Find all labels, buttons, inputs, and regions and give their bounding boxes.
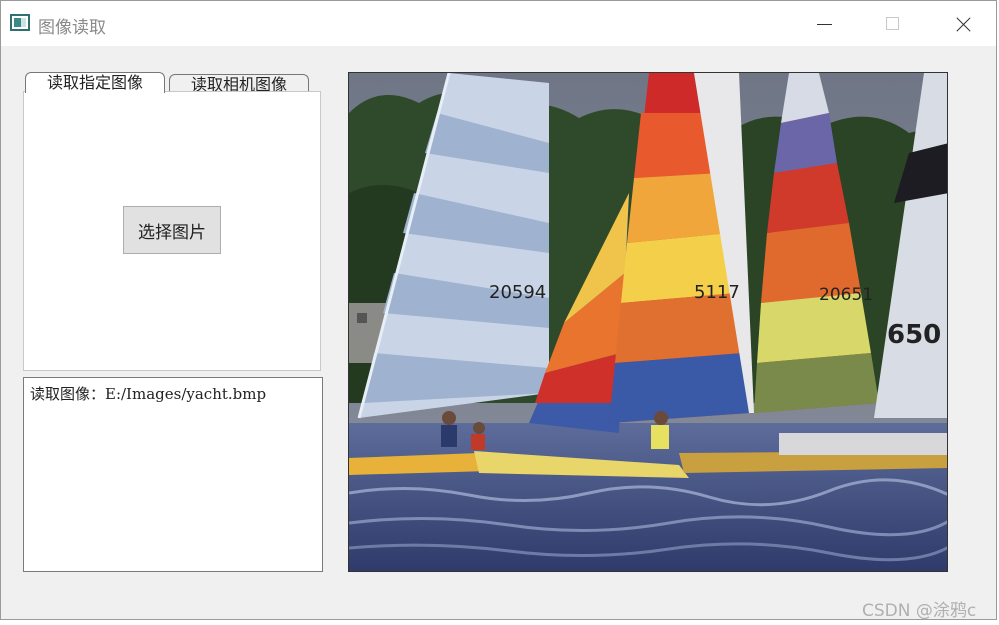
tab-panel-file: 选择图片 [23, 91, 321, 371]
log-output[interactable]: 读取图像：E:/Images/yacht.bmp [23, 377, 323, 572]
title-bar[interactable]: 图像读取 [1, 1, 996, 46]
maximize-icon[interactable] [873, 9, 913, 39]
minimize-icon[interactable] [805, 9, 845, 39]
image-display: 20594 5117 20651 650 [348, 72, 948, 572]
csdn-watermark: CSDN @涂鸦c [862, 601, 977, 621]
close-icon[interactable] [943, 9, 983, 39]
select-image-button[interactable]: 选择图片 [123, 206, 221, 254]
svg-text:20594: 20594 [489, 282, 546, 303]
svg-text:20651: 20651 [819, 285, 873, 305]
main-window: 图像读取 读取指定图像 读取相机图像 选择图片 读取图像：E:/Images/y… [0, 0, 997, 620]
window-title: 图像读取 [38, 18, 106, 38]
sailboats-photo: 20594 5117 20651 650 [349, 73, 947, 571]
tab-read-file-image[interactable]: 读取指定图像 [25, 72, 165, 93]
svg-text:650: 650 [887, 320, 941, 350]
svg-text:5117: 5117 [694, 282, 740, 303]
app-window-icon [10, 14, 30, 31]
